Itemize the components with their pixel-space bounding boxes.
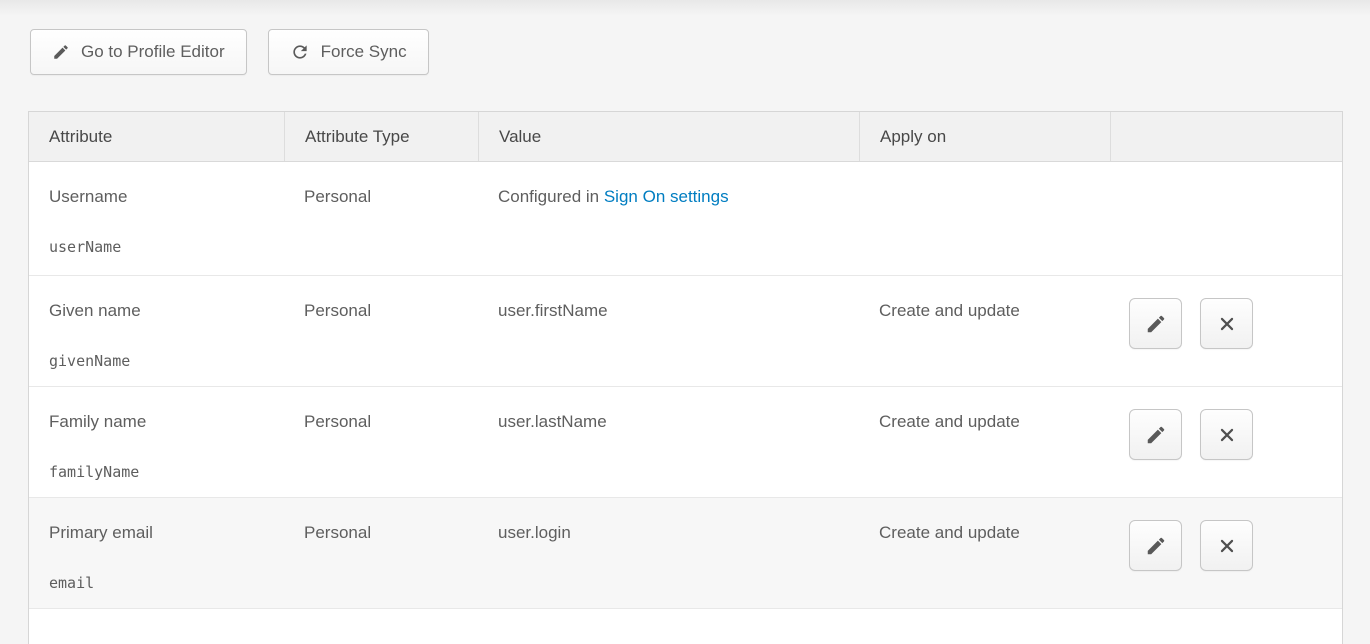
force-sync-label: Force Sync	[321, 42, 407, 62]
attribute-label: Username	[49, 186, 266, 207]
apply-on-cell: Create and update	[859, 498, 1110, 608]
value-cell: user.firstName	[478, 276, 859, 386]
pencil-icon	[1145, 535, 1167, 557]
actions-cell-empty	[1110, 162, 1342, 275]
force-sync-button[interactable]: Force Sync	[268, 29, 429, 75]
remove-attribute-button[interactable]	[1200, 520, 1253, 571]
actions-cell	[1110, 498, 1342, 608]
attribute-label: Given name	[49, 300, 266, 321]
attribute-label: Primary email	[49, 522, 266, 543]
page-top-shade	[0, 0, 1370, 16]
refresh-icon	[290, 42, 310, 62]
column-header-value: Value	[478, 112, 859, 161]
attribute-label: Family name	[49, 411, 266, 432]
apply-on-cell: Create and update	[859, 387, 1110, 497]
attribute-cell: Primary email email	[29, 498, 284, 608]
attribute-variable-name: userName	[49, 237, 266, 258]
edit-attribute-button[interactable]	[1129, 409, 1182, 460]
pencil-icon	[52, 43, 70, 61]
attribute-cell: Family name familyName	[29, 387, 284, 497]
table-header-row: Attribute Attribute Type Value Apply on	[29, 112, 1342, 162]
attribute-type-cell: Personal	[284, 498, 478, 608]
edit-attribute-button[interactable]	[1129, 298, 1182, 349]
table-row-given-name: Given name givenName Personal user.first…	[29, 276, 1342, 387]
apply-on-cell: Create and update	[859, 276, 1110, 386]
attribute-type-cell: Personal	[284, 387, 478, 497]
pencil-icon	[1145, 313, 1167, 335]
attribute-cell: Given name givenName	[29, 276, 284, 386]
table-row-username: Username userName Personal Configured in…	[29, 162, 1342, 276]
actions-cell	[1110, 387, 1342, 497]
attribute-variable-name: email	[49, 573, 266, 594]
toolbar: Go to Profile Editor Force Sync	[30, 29, 429, 75]
pencil-icon	[1145, 424, 1167, 446]
go-to-profile-editor-button[interactable]: Go to Profile Editor	[30, 29, 247, 75]
table-row-primary-email: Primary email email Personal user.login …	[29, 498, 1342, 609]
attribute-variable-name: familyName	[49, 462, 266, 483]
actions-cell	[1110, 276, 1342, 386]
close-x-icon	[1216, 535, 1238, 557]
column-header-attribute: Attribute	[29, 112, 284, 161]
attribute-variable-name: givenName	[49, 351, 266, 372]
close-x-icon	[1216, 424, 1238, 446]
remove-attribute-button[interactable]	[1200, 298, 1253, 349]
column-header-actions	[1110, 112, 1342, 161]
remove-attribute-button[interactable]	[1200, 409, 1253, 460]
edit-attribute-button[interactable]	[1129, 520, 1182, 571]
value-prefix-text: Configured in	[498, 187, 604, 206]
close-x-icon	[1216, 313, 1238, 335]
table-row-family-name: Family name familyName Personal user.las…	[29, 387, 1342, 498]
attribute-cell: Username userName	[29, 162, 284, 275]
value-cell: Configured in Sign On settings	[478, 162, 859, 275]
attribute-type-cell: Personal	[284, 162, 478, 275]
table-row-partial	[29, 609, 1342, 644]
go-to-profile-editor-label: Go to Profile Editor	[81, 42, 225, 62]
value-cell: user.login	[478, 498, 859, 608]
sign-on-settings-link[interactable]: Sign On settings	[604, 187, 729, 206]
column-header-apply-on: Apply on	[859, 112, 1110, 161]
attribute-type-cell: Personal	[284, 276, 478, 386]
apply-on-cell	[859, 162, 1110, 275]
value-cell: user.lastName	[478, 387, 859, 497]
attribute-mappings-table: Attribute Attribute Type Value Apply on …	[28, 111, 1343, 644]
column-header-attribute-type: Attribute Type	[284, 112, 478, 161]
